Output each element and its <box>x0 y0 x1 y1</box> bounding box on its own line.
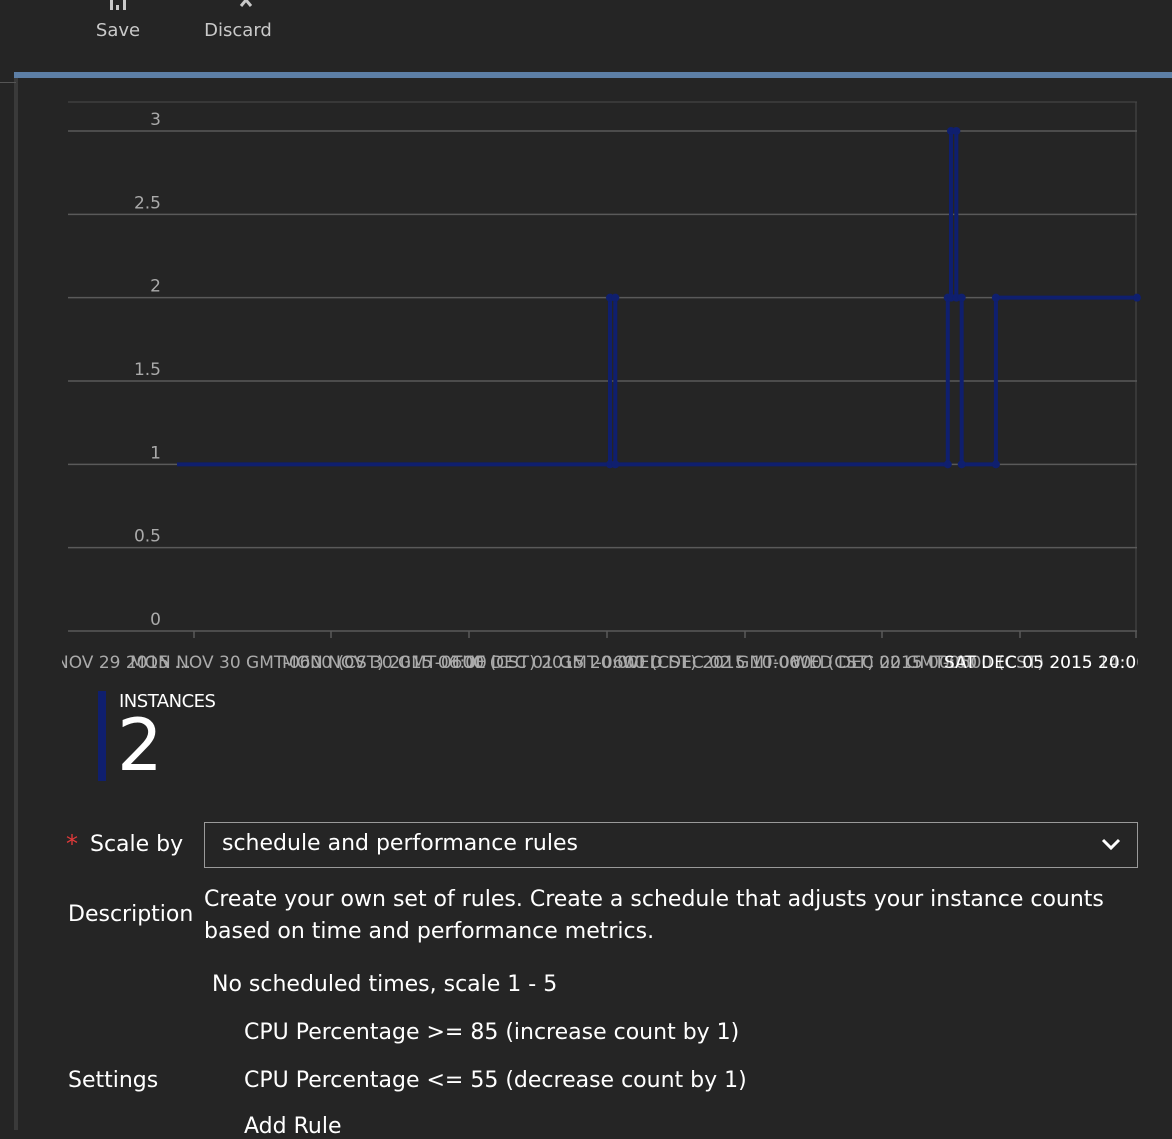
x-tick-label: SAT DEC 05 2015 20:0 <box>944 653 1137 673</box>
y-tick-label: 1.5 <box>134 360 161 380</box>
y-tick-label: 0 <box>150 610 161 630</box>
close-icon <box>239 0 253 7</box>
y-tick-label: 2.5 <box>134 193 161 213</box>
instances-value: 2 <box>117 703 163 787</box>
add-rule-link[interactable]: Add Rule <box>244 1114 341 1139</box>
chevron-down-icon <box>1101 838 1121 851</box>
instance-count-chart: 0 0.5 1 1.5 2 2.5 3 <box>0 82 1172 682</box>
y-tick-label: 3 <box>150 110 161 130</box>
data-point <box>611 293 620 302</box>
description-text: Create your own set of rules. Create a s… <box>204 887 1104 944</box>
data-point <box>952 127 961 135</box>
schedule-profile-item[interactable]: No scheduled times, scale 1 - 5 <box>212 972 557 997</box>
instances-metric: INSTANCES 2 <box>98 691 216 787</box>
scale-by-label: Scale by <box>90 832 184 857</box>
save-icon <box>110 0 126 10</box>
data-point <box>943 460 952 469</box>
x-axis-tick-labels: NOV 29 2015 ... MON NOV 30 GMT-0600 (CST)… <box>62 653 1138 679</box>
y-tick-label: 0.5 <box>134 527 161 547</box>
data-point <box>991 460 1000 469</box>
scale-by-dropdown[interactable]: schedule and performance rules <box>204 822 1138 868</box>
description-label: Description <box>68 902 194 927</box>
scale-rule-item[interactable]: CPU Percentage >= 85 (increase count by … <box>244 1020 739 1045</box>
data-point <box>1133 293 1141 302</box>
settings-label: Settings <box>68 1068 159 1093</box>
discard-label: Discard <box>204 20 272 41</box>
data-point <box>991 293 1000 302</box>
y-tick-label: 2 <box>150 277 161 297</box>
scale-by-selected-value: schedule and performance rules <box>222 831 578 856</box>
save-button[interactable]: Save <box>88 0 148 60</box>
discard-button[interactable]: Discard <box>203 0 273 60</box>
data-point <box>611 460 620 469</box>
chart-svg: 0 0.5 1 1.5 2 2.5 3 <box>68 101 1141 638</box>
required-marker: * <box>66 830 78 858</box>
scale-rule-item[interactable]: CPU Percentage <= 55 (decrease count by … <box>244 1068 747 1093</box>
command-bar: Save Discard <box>0 0 1172 72</box>
save-label: Save <box>95 20 141 41</box>
accent-divider <box>14 72 1172 78</box>
data-point <box>957 293 966 302</box>
data-point <box>957 460 966 469</box>
y-tick-label: 1 <box>150 443 161 463</box>
